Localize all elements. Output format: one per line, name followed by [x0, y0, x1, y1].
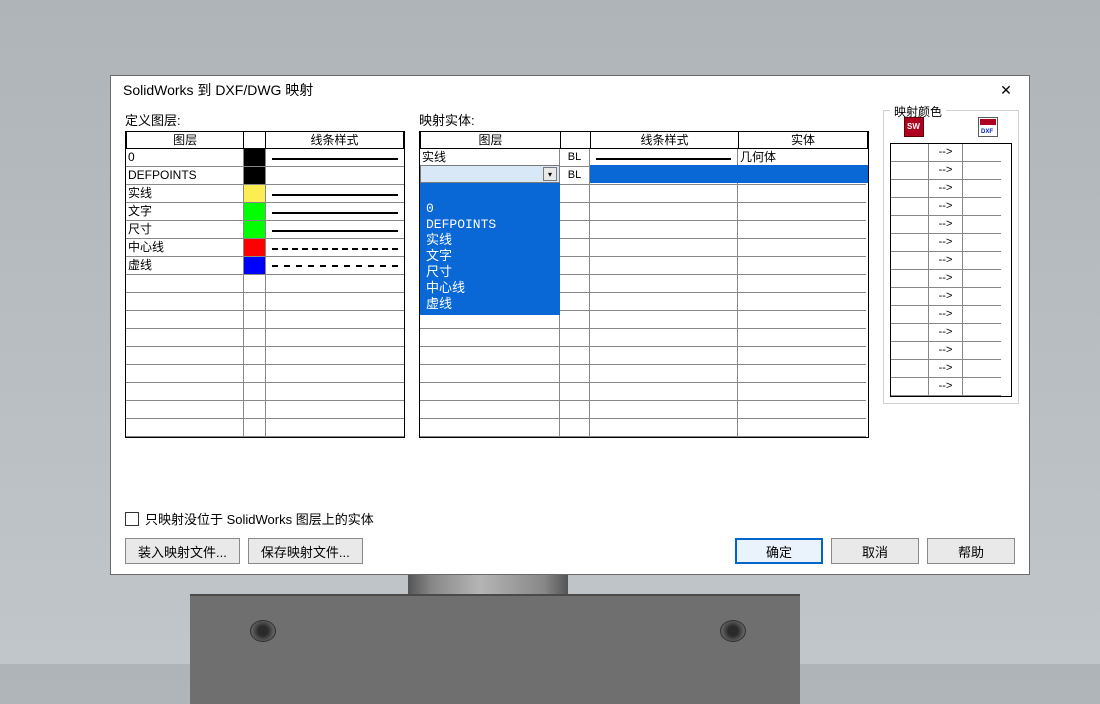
- color-map-row[interactable]: -->: [891, 378, 1011, 396]
- ok-button[interactable]: 确定: [735, 538, 823, 564]
- save-mapping-button[interactable]: 保存映射文件...: [248, 538, 363, 564]
- dropdown-item[interactable]: 中心线: [424, 281, 556, 297]
- table-row[interactable]: [420, 329, 868, 347]
- selected-row-highlight: [590, 165, 868, 183]
- table-row[interactable]: DEFPOINTS: [126, 167, 404, 185]
- dropdown-item[interactable]: 实线: [424, 233, 556, 249]
- color-map-row[interactable]: -->: [891, 180, 1011, 198]
- table-row[interactable]: [126, 365, 404, 383]
- map-entities-label: 映射实体:: [419, 110, 869, 129]
- header-color: [243, 131, 265, 149]
- color-map-row[interactable]: -->: [891, 324, 1011, 342]
- color-map-row[interactable]: -->: [891, 162, 1011, 180]
- header-layer: 图层: [126, 131, 243, 149]
- checkbox-label: 只映射没位于 SolidWorks 图层上的实体: [145, 509, 374, 528]
- layer-dropdown-cell[interactable]: ▾: [420, 165, 560, 183]
- cancel-button[interactable]: 取消: [831, 538, 919, 564]
- table-row[interactable]: 0: [126, 149, 404, 167]
- table-row[interactable]: [126, 275, 404, 293]
- table-row[interactable]: 尺寸: [126, 221, 404, 239]
- table-row[interactable]: [420, 365, 868, 383]
- table-row[interactable]: 文字: [126, 203, 404, 221]
- dxf-icon: [978, 117, 998, 137]
- table-row[interactable]: 实线: [126, 185, 404, 203]
- color-map-row[interactable]: -->: [891, 144, 1011, 162]
- color-map-row[interactable]: -->: [891, 360, 1011, 378]
- load-mapping-button[interactable]: 装入映射文件...: [125, 538, 240, 564]
- background-model-hole: [720, 620, 746, 642]
- table-row[interactable]: [420, 347, 868, 365]
- dropdown-item[interactable]: 文字: [424, 249, 556, 265]
- table-row[interactable]: [420, 383, 868, 401]
- color-map-row[interactable]: -->: [891, 270, 1011, 288]
- define-layers-grid[interactable]: 图层 线条样式 0DEFPOINTS实线文字尺寸中心线虚线: [125, 131, 405, 438]
- header-layer2: 图层: [420, 131, 560, 149]
- titlebar: SolidWorks 到 DXF/DWG 映射 ✕: [111, 76, 1029, 104]
- table-row[interactable]: 中心线: [126, 239, 404, 257]
- background-model-base: [190, 594, 800, 704]
- table-row[interactable]: [420, 401, 868, 419]
- dropdown-item[interactable]: 虚线: [424, 297, 556, 313]
- only-map-unlayered-checkbox[interactable]: [125, 512, 139, 526]
- color-map-row[interactable]: -->: [891, 234, 1011, 252]
- chevron-down-icon[interactable]: ▾: [543, 167, 557, 181]
- color-map-row[interactable]: -->: [891, 216, 1011, 234]
- color-map-row[interactable]: -->: [891, 288, 1011, 306]
- table-row[interactable]: [126, 419, 404, 437]
- layer-dropdown-list[interactable]: 0DEFPOINTS实线文字尺寸中心线虚线: [420, 183, 560, 315]
- table-row[interactable]: [126, 347, 404, 365]
- table-row[interactable]: [126, 401, 404, 419]
- header-linestyle: 线条样式: [265, 131, 404, 149]
- table-row[interactable]: 虚线: [126, 257, 404, 275]
- close-icon: ✕: [1000, 82, 1012, 99]
- dropdown-item[interactable]: [424, 185, 556, 201]
- header-linestyle2: 线条样式: [590, 131, 738, 149]
- color-map-row[interactable]: -->: [891, 342, 1011, 360]
- table-row[interactable]: [126, 293, 404, 311]
- solidworks-icon: [904, 117, 924, 137]
- color-mapping-grid[interactable]: -->-->-->-->-->-->-->-->-->-->-->-->-->-…: [890, 143, 1012, 397]
- close-button[interactable]: ✕: [991, 79, 1021, 101]
- dialog-title: SolidWorks 到 DXF/DWG 映射: [123, 80, 313, 100]
- table-row[interactable]: [126, 383, 404, 401]
- define-layers-label: 定义图层:: [125, 110, 405, 129]
- table-row[interactable]: [420, 419, 868, 437]
- dropdown-item[interactable]: 尺寸: [424, 265, 556, 281]
- color-map-row[interactable]: -->: [891, 198, 1011, 216]
- dropdown-item[interactable]: DEFPOINTS: [424, 217, 556, 233]
- help-button[interactable]: 帮助: [927, 538, 1015, 564]
- background-model-hole: [250, 620, 276, 642]
- header-entity: 实体: [738, 131, 868, 149]
- color-map-row[interactable]: -->: [891, 252, 1011, 270]
- map-colors-group: 映射颜色 -->-->-->-->-->-->-->-->-->-->-->--…: [883, 110, 1019, 404]
- dropdown-item[interactable]: 0: [424, 201, 556, 217]
- mapping-dialog: SolidWorks 到 DXF/DWG 映射 ✕ 定义图层: 图层 线条样式 …: [110, 75, 1030, 575]
- table-row[interactable]: [126, 311, 404, 329]
- header-code: [560, 131, 590, 149]
- table-row[interactable]: [126, 329, 404, 347]
- color-map-row[interactable]: -->: [891, 306, 1011, 324]
